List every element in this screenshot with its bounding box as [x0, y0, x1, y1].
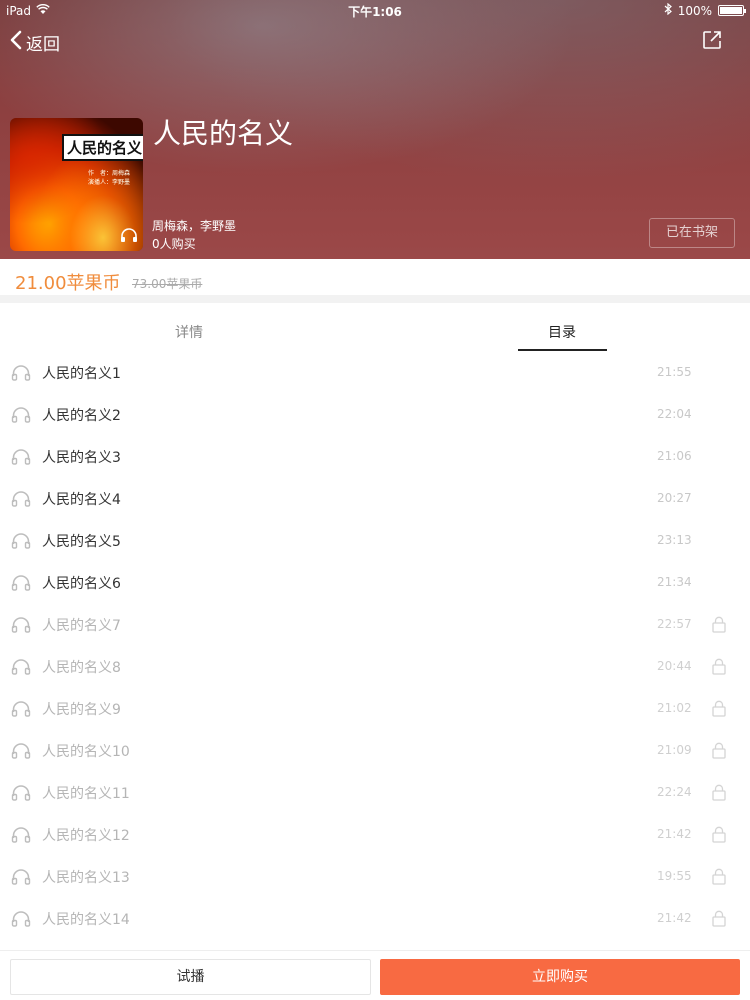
chapter-duration: 20:27 [657, 491, 692, 505]
price-row: 21.00苹果币 73.00苹果币 [0, 259, 750, 303]
cover-title: 人民的名义 [62, 134, 143, 161]
headphones-icon [11, 700, 31, 721]
chapter-row[interactable]: 人民的名义5 23:13 [0, 519, 750, 561]
share-icon [702, 31, 722, 54]
back-label: 返回 [26, 35, 60, 55]
lock-icon [712, 910, 726, 931]
lock-icon [712, 742, 726, 763]
chapter-name: 人民的名义5 [42, 534, 121, 550]
chapter-name: 人民的名义13 [42, 870, 130, 886]
lock-icon [712, 658, 726, 679]
chapter-row[interactable]: 人民的名义6 21:34 [0, 561, 750, 603]
lock-icon [712, 616, 726, 637]
chapter-duration: 23:13 [657, 533, 692, 547]
chapter-duration: 21:34 [657, 575, 692, 589]
bottom-action-bar: 试播 立即购买 [0, 950, 750, 1000]
status-time: 下午1:06 [348, 5, 402, 19]
back-button[interactable]: 返回 [10, 30, 60, 55]
chapter-list: 人民的名义1 21:55 人民的名义2 22:04 人民的名义3 21:06 人民的名义4 2… [0, 351, 750, 939]
share-button[interactable] [702, 30, 722, 54]
trial-play-button[interactable]: 试播 [10, 959, 371, 995]
headphones-icon [11, 448, 31, 469]
headphones-icon [11, 616, 31, 637]
chapter-row[interactable]: 人民的名义11 22:24 [0, 771, 750, 813]
chapter-row[interactable]: 人民的名义3 21:06 [0, 435, 750, 477]
chevron-left-icon [10, 30, 26, 55]
tab-bar: 详情 目录 [0, 311, 750, 353]
chapter-duration: 20:44 [657, 659, 692, 673]
chapter-name: 人民的名义2 [42, 408, 121, 424]
lock-icon [712, 784, 726, 805]
chapter-duration: 22:57 [657, 617, 692, 631]
headphones-icon [11, 910, 31, 931]
lock-icon [712, 868, 726, 889]
chapter-duration: 19:55 [657, 869, 692, 883]
chapter-name: 人民的名义6 [42, 576, 121, 592]
buyer-count: 0人购买 [152, 237, 196, 251]
book-cover[interactable]: 人民的名义 作 者：周梅森 演播人：李野墨 [10, 118, 143, 251]
battery-icon [718, 5, 746, 16]
chapter-row[interactable]: 人民的名义8 20:44 [0, 645, 750, 687]
headphones-icon [120, 227, 138, 247]
book-title: 人民的名义 [153, 117, 294, 150]
headphones-icon [11, 364, 31, 385]
chapter-name: 人民的名义10 [42, 744, 130, 760]
chapter-duration: 21:06 [657, 449, 692, 463]
chapter-row[interactable]: 人民的名义10 21:09 [0, 729, 750, 771]
status-bar: iPad 下午1:06 100% [0, 0, 750, 22]
tab-catalog[interactable]: 目录 [548, 322, 576, 342]
headphones-icon [11, 826, 31, 847]
chapter-row[interactable]: 人民的名义14 21:42 [0, 897, 750, 939]
chapter-duration: 21:02 [657, 701, 692, 715]
chapter-duration: 21:55 [657, 365, 692, 379]
tab-detail[interactable]: 详情 [175, 322, 203, 342]
chapter-duration: 21:09 [657, 743, 692, 757]
chapter-row[interactable]: 人民的名义2 22:04 [0, 393, 750, 435]
chapter-name: 人民的名义14 [42, 912, 130, 928]
chapter-row[interactable]: 人民的名义12 21:42 [0, 813, 750, 855]
lock-icon [712, 700, 726, 721]
headphones-icon [11, 406, 31, 427]
lock-icon [712, 826, 726, 847]
headphones-icon [11, 868, 31, 889]
chapter-row[interactable]: 人民的名义4 20:27 [0, 477, 750, 519]
chapter-duration: 21:42 [657, 827, 692, 841]
chapter-duration: 21:42 [657, 911, 692, 925]
chapter-name: 人民的名义9 [42, 702, 121, 718]
cover-narrator: 演播人：李野墨 [88, 179, 131, 186]
headphones-icon [11, 490, 31, 511]
on-shelf-button[interactable]: 已在书架 [649, 218, 735, 248]
headphones-icon [11, 532, 31, 553]
chapter-row[interactable]: 人民的名义9 21:02 [0, 687, 750, 729]
chapter-row[interactable]: 人民的名义13 19:55 [0, 855, 750, 897]
chapter-name: 人民的名义11 [42, 786, 130, 802]
chapter-name: 人民的名义3 [42, 450, 121, 466]
headphones-icon [11, 784, 31, 805]
bluetooth-icon [664, 2, 672, 18]
chapter-duration: 22:04 [657, 407, 692, 421]
chapter-row[interactable]: 人民的名义1 21:55 [0, 351, 750, 393]
current-price: 21.00苹果币 [15, 273, 121, 294]
chapter-name: 人民的名义12 [42, 828, 130, 844]
battery-percent: 100% [677, 3, 712, 18]
chapter-name: 人民的名义7 [42, 618, 121, 634]
headphones-icon [11, 742, 31, 763]
chapter-duration: 22:24 [657, 785, 692, 799]
status-right: 100% [664, 2, 746, 18]
headphones-icon [11, 658, 31, 679]
original-price: 73.00苹果币 [132, 277, 203, 291]
chapter-row[interactable]: 人民的名义7 22:57 [0, 603, 750, 645]
cover-author: 作 者：周梅森 [88, 170, 131, 177]
headphones-icon [11, 574, 31, 595]
buy-now-button[interactable]: 立即购买 [380, 959, 740, 995]
chapter-name: 人民的名义8 [42, 660, 121, 676]
chapter-name: 人民的名义4 [42, 492, 121, 508]
book-author: 周梅森，李野墨 [152, 219, 237, 233]
book-header: iPad 下午1:06 100% 返回 人民的名义 作 者：周梅森 演播人：李野… [0, 0, 750, 259]
chapter-name: 人民的名义1 [42, 366, 121, 382]
